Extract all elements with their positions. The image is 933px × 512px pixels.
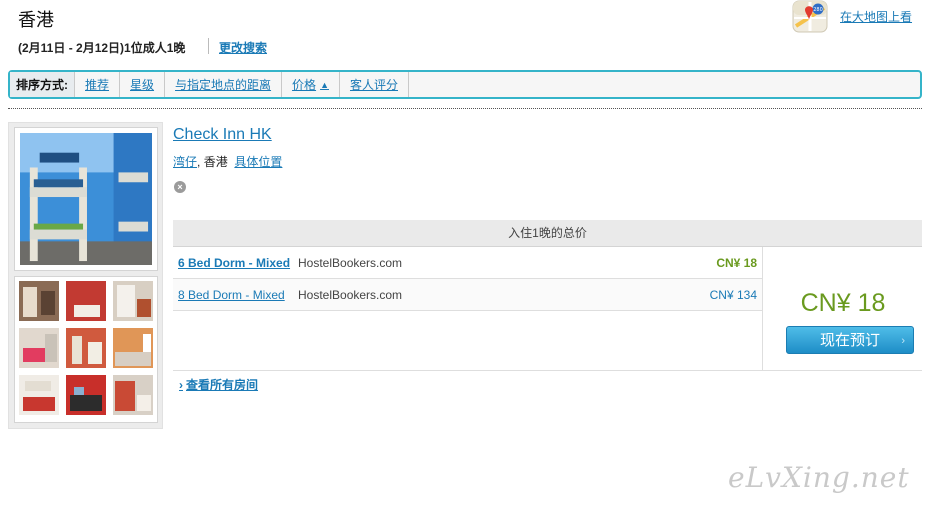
search-summary: (2月11日 - 2月12日)1位成人1晚 xyxy=(18,41,186,55)
sort-stars[interactable]: 星级 xyxy=(120,72,166,97)
provider-name: HostelBookers.com xyxy=(298,287,403,302)
thumbnail[interactable] xyxy=(19,281,59,321)
view-large-map-link[interactable]: 在大地图上看 xyxy=(840,8,912,25)
thumbnail[interactable] xyxy=(113,375,153,415)
sort-ascending-icon: ▲ xyxy=(320,79,329,90)
rate-price: CN¥ 134 xyxy=(709,287,757,302)
price-header: 入住1晚的总价 xyxy=(173,220,922,247)
rate-row: 8 Bed Dorm - Mixed HostelBookers.com CN¥… xyxy=(173,279,762,311)
rate-price: CN¥ 18 xyxy=(716,255,757,270)
district-link[interactable]: 湾仔 xyxy=(173,155,197,169)
divider xyxy=(8,108,922,109)
sort-label: 排序方式: xyxy=(10,72,75,97)
room-link[interactable]: 6 Bed Dorm - Mixed xyxy=(178,256,298,270)
thumbnail-grid xyxy=(14,276,158,423)
thumbnail[interactable] xyxy=(66,328,106,368)
thumbnail[interactable] xyxy=(19,375,59,415)
provider-name: HostelBookers.com xyxy=(298,255,403,270)
sort-recommended[interactable]: 推荐 xyxy=(75,72,121,97)
best-price: CN¥ 18 xyxy=(800,289,886,317)
divider xyxy=(173,370,922,371)
map-badge: 280 xyxy=(813,7,823,13)
thumbnail[interactable] xyxy=(66,281,106,321)
thumbnail[interactable] xyxy=(66,375,106,415)
room-link[interactable]: 8 Bed Dorm - Mixed xyxy=(178,288,298,302)
view-all-rooms-label: 查看所有房间 xyxy=(186,378,259,392)
book-now-button[interactable]: 现在预订 › xyxy=(786,326,914,354)
sort-price-label: 价格 xyxy=(292,78,317,92)
hotel-photos xyxy=(8,122,163,429)
view-all-rooms-link[interactable]: › 查看所有房间 xyxy=(179,376,258,393)
map-icon[interactable]: 280 xyxy=(792,0,828,33)
rate-row: 6 Bed Dorm - Mixed HostelBookers.com CN¥… xyxy=(173,247,762,279)
sort-bar: 排序方式: 推荐 星级 与指定地点的距离 价格 ▲ 客人评分 xyxy=(8,70,922,99)
thumbnail[interactable] xyxy=(113,281,153,321)
booking-panel: CN¥ 18 现在预订 › xyxy=(762,247,922,370)
watermark: eLvXing.net xyxy=(728,461,910,494)
sort-price[interactable]: 价格 ▲ xyxy=(282,72,340,97)
hotel-main-photo[interactable] xyxy=(14,127,158,271)
location-separator: , xyxy=(197,155,204,169)
page-title: 香港 xyxy=(18,10,54,30)
thumbnail[interactable] xyxy=(19,328,59,368)
sort-distance[interactable]: 与指定地点的距离 xyxy=(165,72,283,97)
modify-search-link[interactable]: 更改搜索 xyxy=(219,39,267,56)
chevron-right-icon: › xyxy=(179,378,183,392)
city-label: 香港 xyxy=(203,155,228,169)
exact-location-link[interactable]: 具体位置 xyxy=(234,155,282,169)
rate-list: 6 Bed Dorm - Mixed HostelBookers.com CN¥… xyxy=(173,247,762,311)
chevron-right-icon: › xyxy=(901,335,905,347)
hotel-name-link[interactable]: Check Inn HK xyxy=(173,126,272,144)
divider xyxy=(208,38,209,54)
sort-guest-rating[interactable]: 客人评分 xyxy=(340,72,409,97)
thumbnail[interactable] xyxy=(113,328,153,368)
close-icon[interactable]: × xyxy=(174,181,186,193)
book-now-label: 现在预订 xyxy=(819,332,880,349)
hotel-location: 湾仔, 香港 具体位置 xyxy=(173,153,282,170)
